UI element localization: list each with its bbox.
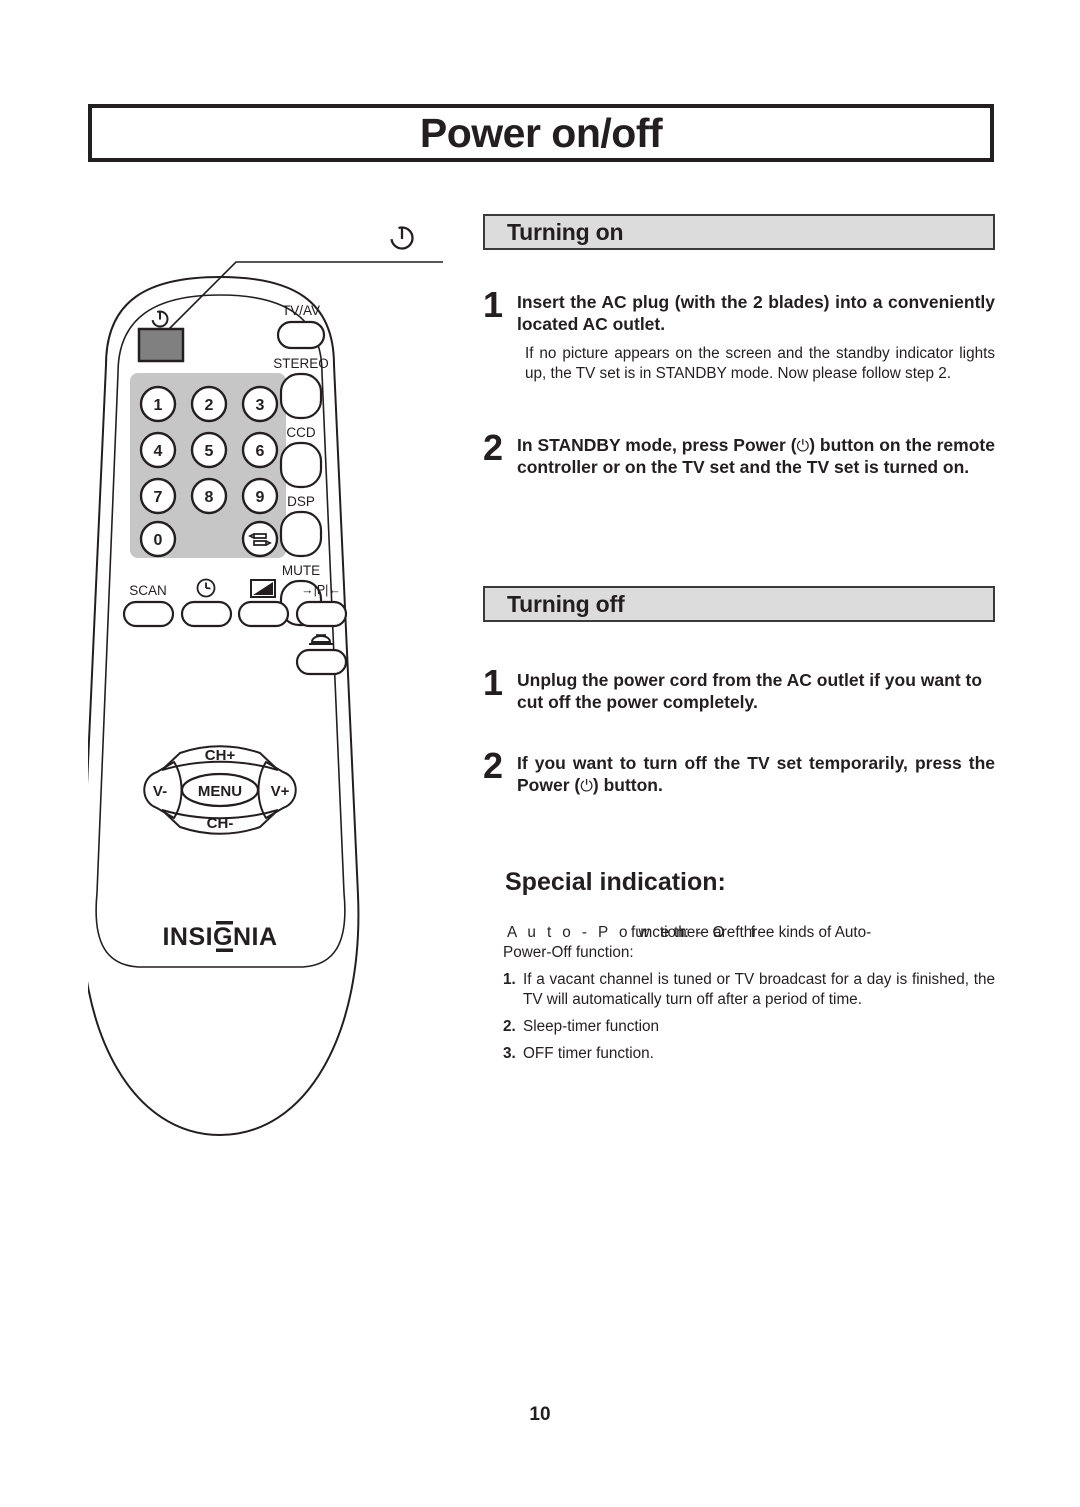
special-indication-list-item: 3. OFF timer function.: [503, 1044, 995, 1064]
keypad-button-4: 4: [139, 431, 177, 469]
keypad-button-6: 6: [241, 431, 279, 469]
svg-text:5: 5: [205, 443, 214, 460]
section-header-turning-off: Turning off: [483, 586, 995, 623]
step-note: If no picture appears on the screen and …: [525, 345, 995, 382]
list-text: If a vacant channel is tuned or TV broad…: [523, 971, 995, 1009]
svg-text:SCAN: SCAN: [129, 583, 167, 598]
side-button-tvav: TV/AV: [276, 303, 326, 350]
section-header-turning-on: Turning on: [483, 214, 995, 250]
step-turning-off-1: 1 Unplug the power cord from the AC outl…: [483, 662, 995, 713]
remote-power-button: [137, 310, 185, 363]
svg-text:MENU: MENU: [198, 783, 242, 800]
dome-icon: [309, 634, 333, 645]
side-button-ccd: CCD: [279, 425, 323, 489]
function-button-dome: [295, 634, 348, 676]
list-text: Sleep-timer function: [523, 1018, 660, 1036]
list-text: OFF timer function.: [523, 1044, 654, 1062]
svg-text:0: 0: [154, 532, 163, 549]
auto-power-off-overlap-line: A u t o - P o w e r - O f f function: th…: [503, 923, 995, 943]
function-button-page: →|P|←: [295, 583, 348, 628]
svg-text:CH+: CH+: [205, 747, 236, 764]
svg-text:INSIGNIA: INSIGNIA: [162, 923, 277, 951]
step-title: Unplug the power cord from the AC outlet…: [517, 670, 983, 713]
svg-text:1: 1: [154, 397, 163, 414]
svg-text:9: 9: [256, 489, 265, 506]
function-button-row: SCAN →|P|←: [122, 578, 348, 676]
insignia-logo: INSIGNIA: [162, 921, 277, 952]
section-header-label: Turning off: [507, 590, 625, 617]
svg-text:DSP: DSP: [287, 494, 315, 509]
svg-text:MUTE: MUTE: [282, 563, 320, 578]
step-title: In STANDBY mode, press Power (⏻) button …: [517, 434, 995, 478]
auto-power-off-tail-text: there are three kinds of Auto-: [674, 924, 872, 942]
keypad-button-1: 1: [139, 385, 177, 423]
recall-button: [241, 520, 279, 558]
step-turning-on-1: 1 Insert the AC plug (with the 2 blades)…: [483, 284, 995, 383]
auto-power-off-line2: Power-Off function:: [503, 944, 634, 962]
remote-control-illustration: 1 2 3 4 5 6 7 8 9 0 TV/AV STEREO CCD DSP…: [88, 205, 478, 1155]
page-title-banner: Power on/off: [88, 104, 994, 162]
special-indication-list-item: 2. Sleep-timer function: [503, 1017, 995, 1037]
power-symbol-icon: ⏻: [580, 776, 593, 796]
svg-text:V+: V+: [271, 783, 290, 800]
svg-text:CH-: CH-: [207, 815, 234, 832]
list-number: 1.: [503, 971, 516, 989]
keypad-button-8: 8: [190, 477, 228, 515]
clock-icon: [196, 578, 216, 598]
svg-text:7: 7: [154, 489, 163, 506]
function-button-timer: [180, 578, 233, 628]
nav-button-menu: MENU: [180, 772, 260, 808]
power-symbol-callout: [390, 226, 414, 250]
svg-text:V-: V-: [153, 783, 167, 800]
side-button-dsp: DSP: [279, 494, 323, 558]
special-indication-body: A u t o - P o w e r - O f f function: th…: [483, 923, 995, 1063]
keypad-button-9: 9: [241, 477, 279, 515]
section-header-label: Turning on: [507, 218, 624, 245]
list-number: 3.: [503, 1044, 516, 1062]
keypad-button-3: 3: [241, 385, 279, 423]
keypad-button-5: 5: [190, 431, 228, 469]
step-title-before: In STANDBY mode, press Power (: [517, 434, 797, 455]
nav-button-ch-down: CH-: [161, 809, 279, 835]
step-title: If you want to turn off the TV set tempo…: [517, 752, 995, 796]
svg-text:4: 4: [154, 443, 163, 460]
navigation-cluster: CH+ CH- V- V+ MENU: [143, 745, 297, 835]
page-number: 10: [529, 1404, 551, 1425]
list-number: 2.: [503, 1018, 516, 1036]
keypad-button-7: 7: [139, 477, 177, 515]
power-symbol-icon: ⏻: [796, 435, 810, 455]
nav-button-ch-up: CH+: [161, 745, 279, 771]
step-number: 2: [483, 426, 504, 468]
step-number: 1: [483, 284, 504, 325]
svg-text:STEREO: STEREO: [273, 356, 329, 371]
function-button-picture: [237, 579, 290, 628]
page-title: Power on/off: [419, 109, 663, 156]
special-indication-heading: Special indication:: [505, 868, 726, 897]
svg-text:TV/AV: TV/AV: [282, 303, 320, 318]
svg-text:CCD: CCD: [286, 425, 315, 440]
step-turning-on-2: 2 In STANDBY mode, press Power (⏻) butto…: [483, 426, 995, 478]
step-number: 1: [483, 662, 504, 704]
step-number: 2: [483, 745, 504, 787]
svg-text:2: 2: [205, 397, 214, 414]
special-indication-list-item: 1. If a vacant channel is tuned or TV br…: [503, 970, 995, 1010]
picture-mode-icon: [250, 579, 276, 598]
step-title-after: ) button.: [592, 775, 663, 796]
keypad-button-0: 0: [139, 520, 177, 558]
function-button-scan: SCAN: [122, 583, 175, 628]
svg-text:6: 6: [256, 443, 265, 460]
svg-text:3: 3: [256, 397, 265, 414]
keypad-button-2: 2: [190, 385, 228, 423]
step-title: Insert the AC plug (with the 2 blades) i…: [517, 292, 995, 335]
svg-text:→|P|←: →|P|←: [301, 583, 341, 597]
svg-text:8: 8: [205, 489, 214, 506]
step-turning-off-2: 2 If you want to turn off the TV set tem…: [483, 745, 995, 796]
